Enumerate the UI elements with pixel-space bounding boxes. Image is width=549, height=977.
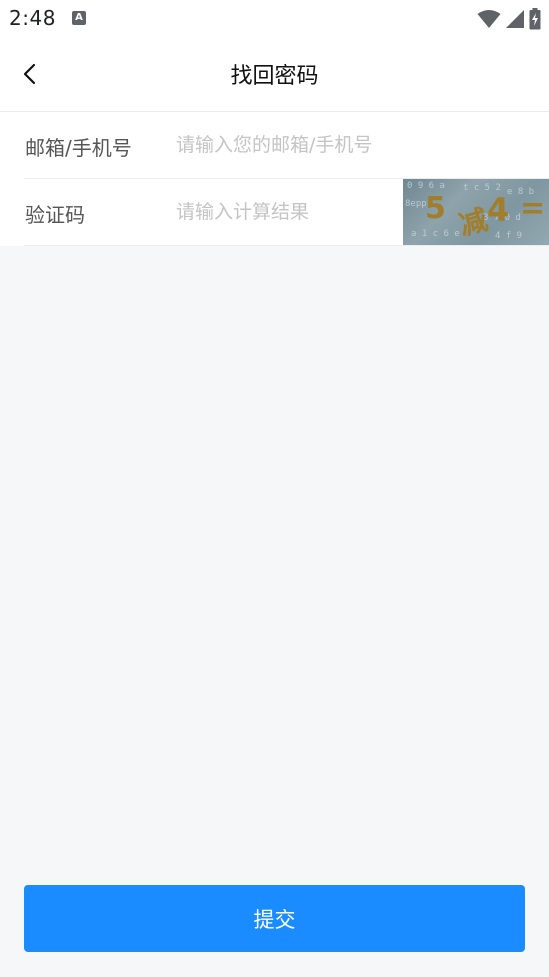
header-bar: 找回密码 — [0, 38, 549, 112]
status-bar: 2:48 A — [0, 0, 549, 38]
captcha-noise: a 1 c 6 e — [411, 229, 460, 239]
notification-icon: A — [72, 11, 86, 25]
forgot-password-form: 邮箱/手机号 验证码 0 9 6 a t c 5 2 e 8 b 8epp 3 … — [0, 112, 549, 246]
status-time: 2:48 — [9, 6, 56, 30]
captcha-char: = — [520, 191, 546, 226]
captcha-field[interactable] — [176, 191, 396, 233]
captcha-char: 5 — [425, 191, 446, 226]
captcha-char: 4 — [487, 191, 510, 229]
email-row: 邮箱/手机号 — [24, 112, 549, 179]
cell-signal-icon — [506, 10, 524, 28]
captcha-noise: 8epp — [405, 199, 427, 209]
email-field[interactable] — [176, 124, 536, 166]
captcha-noise: 0 9 6 a — [407, 181, 445, 191]
captcha-row: 验证码 0 9 6 a t c 5 2 e 8 b 8epp 3 7 0 d a… — [24, 179, 549, 246]
captcha-noise: 4 f 9 — [495, 231, 523, 241]
page-title: 找回密码 — [230, 64, 319, 89]
battery-charging-icon — [529, 8, 541, 30]
captcha-image[interactable]: 0 9 6 a t c 5 2 e 8 b 8epp 3 7 0 d a 1 c… — [403, 179, 549, 245]
forgot-password-screen: 2:48 A 找回密码 邮箱/手机号 请输入您的邮箱/手机号 验证码 请输入计算… — [0, 0, 549, 977]
status-icons — [477, 8, 541, 30]
captcha-label: 验证码 — [25, 203, 85, 227]
email-label: 邮箱/手机号 — [25, 136, 132, 160]
wifi-icon — [477, 10, 501, 28]
submit-button[interactable]: 提交 — [24, 885, 525, 952]
